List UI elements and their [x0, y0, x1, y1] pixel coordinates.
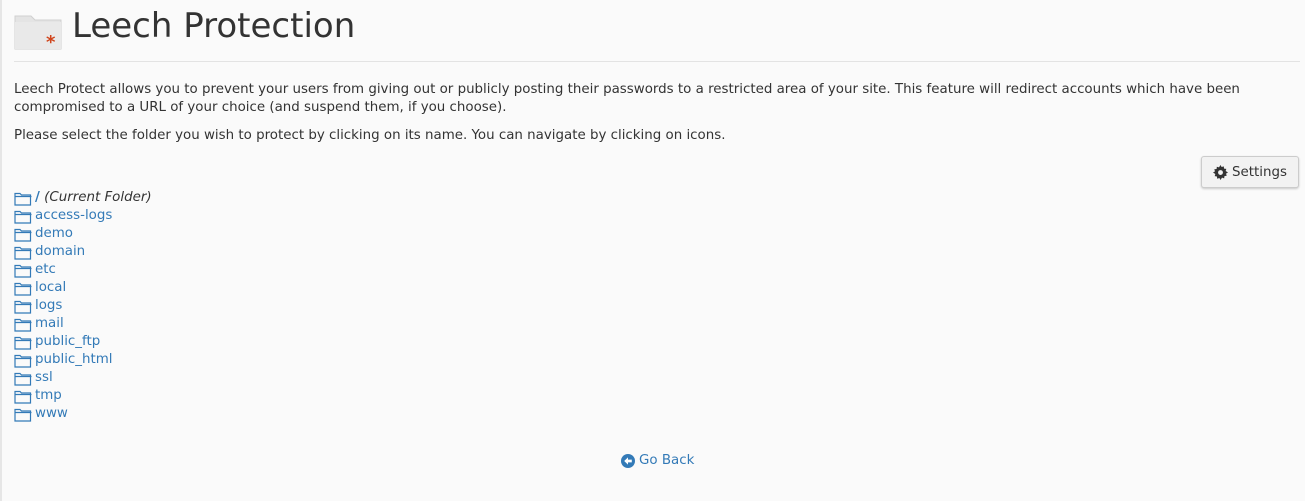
- description-text: Leech Protect allows you to prevent your…: [14, 82, 1240, 115]
- folder-icon[interactable]: [14, 191, 32, 206]
- folder-icon[interactable]: [14, 371, 32, 386]
- folder-item-www: www: [14, 405, 152, 423]
- gear-icon: [1213, 164, 1229, 180]
- folder-item-demo: demo: [14, 225, 152, 243]
- folder-icon[interactable]: [14, 227, 32, 242]
- folder-item-local: local: [14, 279, 152, 297]
- folder-item-tmp: tmp: [14, 387, 152, 405]
- folder-icon[interactable]: [14, 353, 32, 368]
- folder-link[interactable]: public_html: [35, 351, 113, 369]
- folder-item-access-logs: access-logs: [14, 207, 152, 225]
- folder-link[interactable]: logs: [35, 297, 62, 315]
- folder-icon[interactable]: [14, 245, 32, 260]
- folder-icon[interactable]: [14, 389, 32, 404]
- folder-link[interactable]: tmp: [35, 387, 62, 405]
- folder-link[interactable]: demo: [35, 225, 73, 243]
- current-folder-name: /: [35, 190, 40, 205]
- folder-link[interactable]: ssl: [35, 369, 53, 387]
- page-header: * Leech Protection: [14, 5, 1300, 62]
- current-folder-label: / (Current Folder): [35, 189, 152, 207]
- folder-item-public-ftp: public_ftp: [14, 333, 152, 351]
- folder-item-public-html: public_html: [14, 351, 152, 369]
- folder-icon[interactable]: [14, 407, 32, 422]
- folder-item-domain: domain: [14, 243, 152, 261]
- folder-link[interactable]: public_ftp: [35, 333, 100, 351]
- current-folder-caption: (Current Folder): [44, 190, 152, 205]
- folder-icon[interactable]: [14, 299, 32, 314]
- go-back-link[interactable]: Go Back: [621, 453, 694, 468]
- folder-item-mail: mail: [14, 315, 152, 333]
- settings-label: Settings: [1232, 164, 1287, 180]
- folder-link[interactable]: etc: [35, 261, 56, 279]
- folder-icon[interactable]: [14, 281, 32, 296]
- page-title: Leech Protection: [72, 6, 356, 46]
- left-border: [0, 0, 2, 501]
- folder-icon[interactable]: [14, 263, 32, 278]
- arrow-circle-left-icon: [621, 453, 635, 468]
- go-back-label: Go Back: [639, 453, 695, 468]
- folder-icon[interactable]: [14, 335, 32, 350]
- leech-protection-folder-icon: *: [14, 15, 62, 50]
- instructions-text: Please select the folder you wish to pro…: [14, 128, 726, 143]
- folder-link[interactable]: domain: [35, 243, 85, 261]
- folder-link[interactable]: mail: [35, 315, 64, 333]
- folder-icon[interactable]: [14, 317, 32, 332]
- folder-link[interactable]: www: [35, 405, 68, 423]
- settings-button[interactable]: Settings: [1201, 156, 1299, 188]
- folder-link[interactable]: local: [35, 279, 66, 297]
- folder-tree: / (Current Folder) access-logs demo doma…: [14, 189, 152, 423]
- folder-link[interactable]: access-logs: [35, 207, 112, 225]
- folder-item-current: / (Current Folder): [14, 189, 152, 207]
- svg-text:*: *: [46, 32, 56, 50]
- folder-icon[interactable]: [14, 209, 32, 224]
- folder-item-ssl: ssl: [14, 369, 152, 387]
- folder-item-etc: etc: [14, 261, 152, 279]
- folder-item-logs: logs: [14, 297, 152, 315]
